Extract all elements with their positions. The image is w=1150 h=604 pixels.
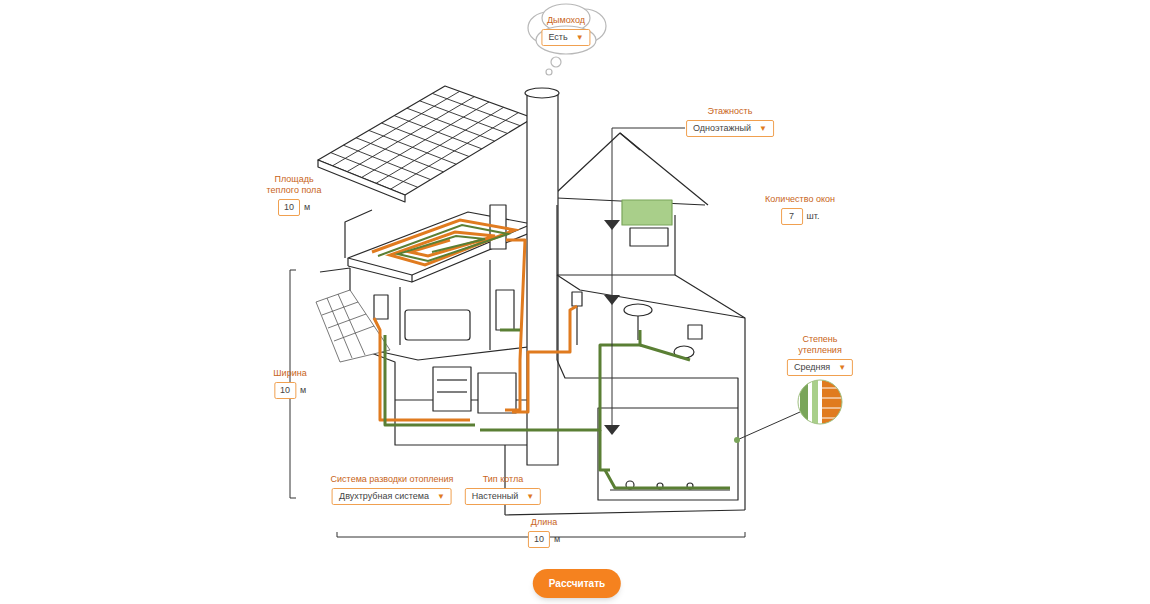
field: Площадь теплого пола 10 м <box>259 174 329 216</box>
field-row: Двухтрубная система ▼ <box>332 488 452 505</box>
field: Количество окон 7 шт. <box>765 194 835 225</box>
select-box[interactable]: Двухтрубная система ▼ <box>332 488 452 505</box>
number-input[interactable]: 10 <box>278 199 300 216</box>
select-value: Настенный <box>472 490 518 504</box>
field-row: 7 шт. <box>781 208 820 225</box>
select-box[interactable]: Есть ▼ <box>541 29 590 46</box>
dropdown-arrow-icon[interactable]: ▼ <box>759 123 767 135</box>
roof-tile-line <box>347 97 474 172</box>
roof-tile-line <box>362 102 490 178</box>
dropdown-arrow-icon[interactable]: ▼ <box>526 491 534 503</box>
select-box[interactable]: Настенный ▼ <box>465 488 541 505</box>
number-input[interactable]: 10 <box>274 382 296 399</box>
calculate-button[interactable]: Рассчитать <box>533 569 621 598</box>
select-box[interactable]: Одноэтажный ▼ <box>686 120 774 137</box>
field-label: Тип котла <box>483 474 524 485</box>
roof-tile-line <box>391 113 519 190</box>
select-box[interactable]: Средняя ▼ <box>787 359 853 376</box>
number-input[interactable]: 7 <box>781 208 803 225</box>
select-value: Двухтрубная система <box>339 490 429 504</box>
field-row: Настенный ▼ <box>465 488 541 505</box>
unit-label: м <box>304 201 310 215</box>
field-label: Ширина <box>273 368 306 379</box>
field-label: Степень утепления <box>791 334 849 356</box>
field-label: Дымоход <box>547 15 585 26</box>
dropdown-arrow-icon[interactable]: ▼ <box>838 362 846 374</box>
calculator-canvas: Дымоход Есть ▼ Этажность Одноэтажный ▼ Количес… <box>0 0 1150 604</box>
field: Дымоход Есть ▼ <box>541 15 590 46</box>
field-row: Есть ▼ <box>541 29 590 46</box>
house-diagram <box>0 0 1150 604</box>
field: Система разводки отопления Двухтрубная си… <box>331 474 454 505</box>
field-label: Площадь теплого пола <box>259 174 329 196</box>
field-row: 10 м <box>528 531 560 548</box>
field: Ширина 10 м <box>273 368 306 399</box>
select-value: Средняя <box>794 361 830 375</box>
select-value: Одноэтажный <box>693 122 751 136</box>
field-label: Длина <box>531 517 557 528</box>
unit-label: м <box>554 533 560 547</box>
field: Степень утепления Средняя ▼ <box>787 334 853 376</box>
field: Длина 10 м <box>528 517 560 548</box>
dropdown-arrow-icon[interactable]: ▼ <box>437 491 445 503</box>
select-value: Есть <box>548 31 567 45</box>
field-label: Этажность <box>708 106 753 117</box>
field-row: Одноэтажный ▼ <box>686 120 774 137</box>
field-row: 10 м <box>278 199 310 216</box>
number-value: 7 <box>789 210 794 224</box>
field-label: Система разводки отопления <box>331 474 454 485</box>
field: Тип котла Настенный ▼ <box>465 474 541 505</box>
number-value: 10 <box>284 201 294 215</box>
dropdown-arrow-icon[interactable]: ▼ <box>576 32 584 44</box>
field-row: Средняя ▼ <box>787 359 853 376</box>
unit-label: м <box>300 384 306 398</box>
field-row: 10 м <box>274 382 306 399</box>
roof-tile-line <box>333 91 460 165</box>
unit-label: шт. <box>807 210 820 224</box>
number-value: 10 <box>534 533 544 547</box>
number-value: 10 <box>280 384 290 398</box>
field: Этажность Одноэтажный ▼ <box>686 106 774 137</box>
roof-tile-line <box>376 107 504 183</box>
number-input[interactable]: 10 <box>528 531 550 548</box>
field-label: Количество окон <box>765 194 835 205</box>
